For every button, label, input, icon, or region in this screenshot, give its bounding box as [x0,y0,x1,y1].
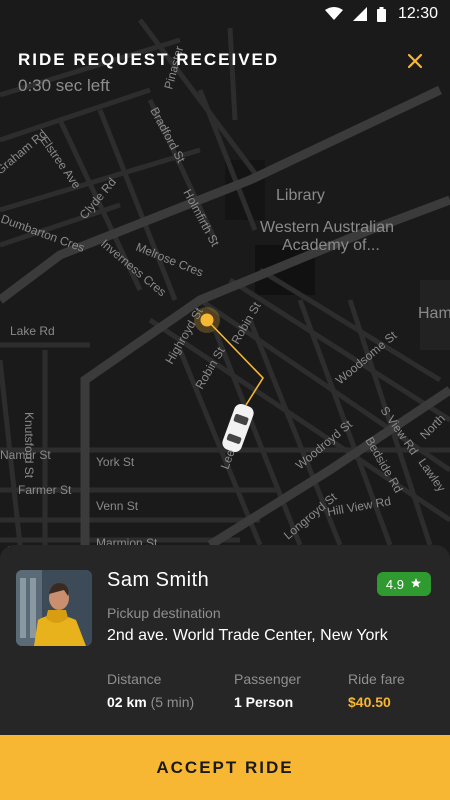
passenger-stat: Passenger 1 Person [234,671,301,710]
map-street-label: Farmer St [18,483,72,497]
passenger-value: 1 Person [234,694,294,710]
map-label-western-australian: Western Australian [260,219,394,236]
distance-time: (5 min) [150,694,195,710]
fare-label: Ride fare [348,671,405,687]
pickup-address: 2nd ave. World Trade Center, New York [107,627,388,644]
ride-request-card: Sam Smith 4.9 Pickup destination 2nd ave… [0,545,450,735]
distance-label: Distance [107,671,162,687]
map-street-label: York St [96,455,135,469]
star-icon [410,577,422,592]
map-label-library: Library [276,187,325,204]
distance-km: 02 km [107,694,147,710]
signal-icon [352,7,367,21]
map-label-academy: Academy of... [282,237,380,254]
map-street-label: Knutsford St [22,412,36,479]
map-label-ham: Ham [418,305,450,322]
request-header: RIDE REQUEST RECEIVED 0:30 sec left [18,50,279,96]
status-time: 12:30 [397,5,438,22]
passenger-label: Passenger [234,671,301,687]
rating-value: 4.9 [385,576,404,592]
rating-badge: 4.9 [376,572,431,596]
battery-icon [376,6,386,22]
distance-stat: Distance 02 km (5 min) [107,671,194,710]
avatar [16,570,92,646]
page-title: RIDE REQUEST RECEIVED [18,50,280,69]
pickup-label: Pickup destination [107,605,221,621]
countdown-timer: 0:30 sec left [18,76,110,95]
map-street-label: Lake Rd [10,324,55,338]
accept-ride-button[interactable]: ACCEPT RIDE [0,735,450,800]
close-button[interactable] [404,50,426,72]
fare-stat: Ride fare $40.50 [348,671,405,710]
close-icon [407,53,423,69]
wifi-icon [324,7,343,21]
fare-value: $40.50 [348,694,391,710]
map-street-label: Namur St [0,448,51,462]
map-street-label: Venn St [96,499,139,513]
status-bar: 12:30 [0,0,450,28]
rider-name: Sam Smith [107,569,210,591]
distance-value: 02 km (5 min) [107,694,194,710]
rider-photo [16,570,92,646]
